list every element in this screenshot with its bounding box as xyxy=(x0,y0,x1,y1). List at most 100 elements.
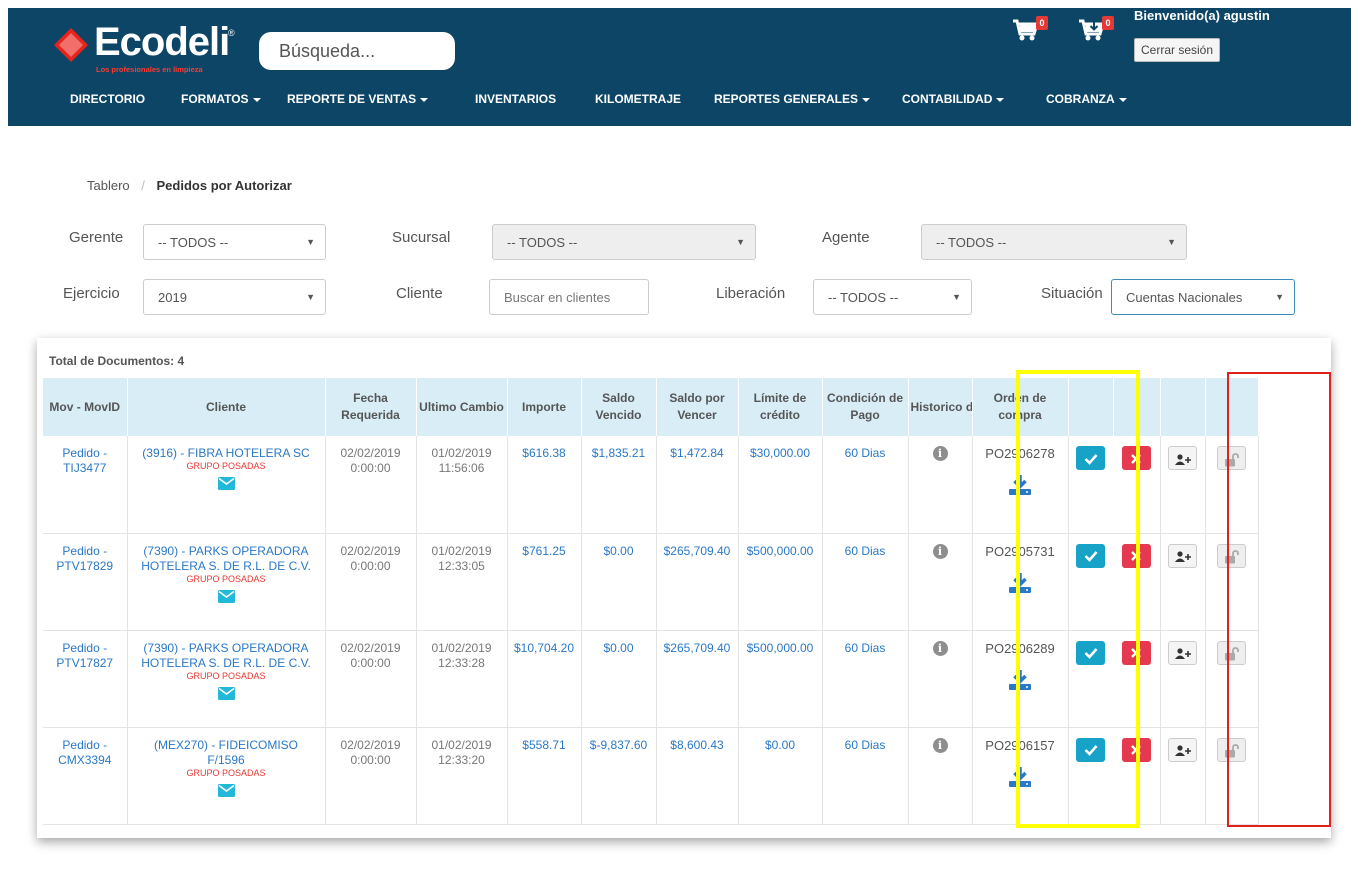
saldo-vencido-link[interactable]: $-9,837.60 xyxy=(590,738,647,752)
cart-badge: 0 xyxy=(1036,16,1048,30)
agente-select[interactable]: -- TODOS -- ▼ xyxy=(921,224,1187,260)
gerente-select[interactable]: -- TODOS -- ▼ xyxy=(143,224,326,260)
cell-importe: $616.38 xyxy=(507,436,582,534)
cell-saldo-por-vencer: $265,709.40 xyxy=(656,630,739,728)
mov-link[interactable]: Pedido - TIJ3477 xyxy=(62,446,107,475)
group-label: GRUPO POSADAS xyxy=(186,767,266,778)
fecha-date: 02/02/2019 xyxy=(340,543,401,558)
cell-fecha: 02/02/2019 0:00:00 xyxy=(325,630,417,728)
nav-cobranza[interactable]: COBRANZA xyxy=(1046,92,1127,106)
nav-directorio[interactable]: DIRECTORIO xyxy=(70,92,145,106)
importe-link[interactable]: $616.38 xyxy=(522,446,565,460)
saldo-vencido-link[interactable]: $0.00 xyxy=(603,641,633,655)
assign-user-button[interactable] xyxy=(1168,446,1197,470)
cell-cliente: (7390) - PARKS OPERADORA HOTELERA S. DE … xyxy=(127,533,326,631)
assign-user-button[interactable] xyxy=(1168,737,1197,762)
group-label: GRUPO POSADAS xyxy=(186,461,266,471)
limite-link[interactable]: $0.00 xyxy=(765,738,795,752)
mov-link[interactable]: Pedido - PTV17829 xyxy=(56,544,113,573)
saldo-por-vencer-link[interactable]: $265,709.40 xyxy=(664,641,731,655)
saldo-vencido-link[interactable]: $0.00 xyxy=(603,544,633,558)
breadcrumb-separator: / xyxy=(141,178,145,193)
breadcrumb-home[interactable]: Tablero xyxy=(87,178,130,193)
ejercicio-select[interactable]: 2019 ▼ xyxy=(143,279,326,315)
cart-download-button[interactable]: 0 xyxy=(1078,16,1118,46)
cell-saldo-vencido: $1,835.21 xyxy=(581,436,657,534)
fecha-time: 0:00:00 xyxy=(350,461,391,475)
nav-reporte-de-ventas[interactable]: REPORTE DE VENTAS xyxy=(287,92,429,106)
logout-button[interactable]: Cerrar sesión xyxy=(1134,38,1221,62)
nav-inventarios[interactable]: INVENTARIOS xyxy=(475,92,556,106)
assign-user-button[interactable] xyxy=(1168,640,1197,665)
limite-link[interactable]: $30,000.00 xyxy=(750,446,810,460)
envelope-icon[interactable] xyxy=(217,477,235,494)
importe-link[interactable]: $558.71 xyxy=(522,738,565,752)
envelope-icon[interactable] xyxy=(217,589,235,607)
nav-kilometraje[interactable]: KILOMETRAJE xyxy=(595,92,681,106)
limite-link[interactable]: $500,000.00 xyxy=(747,641,814,655)
cell-saldo-vencido: $0.00 xyxy=(581,630,657,728)
condicion-link[interactable]: 60 Dias xyxy=(845,641,886,655)
cliente-link[interactable]: (7390) - PARKS OPERADORA HOTELERA S. DE … xyxy=(140,544,313,574)
mov-link[interactable]: Pedido - PTV17827 xyxy=(56,641,113,670)
ecodeli-logo[interactable]: Ecodeli ® Los profesionales en limpieza xyxy=(54,18,244,74)
breadcrumb: Tablero / Pedidos por Autorizar xyxy=(71,168,1295,204)
ultimo-time: 12:33:28 xyxy=(438,655,485,670)
highlight-red-box xyxy=(1227,372,1331,827)
fecha-time: 0:00:00 xyxy=(350,558,391,573)
situacion-select[interactable]: Cuentas Nacionales ▼ xyxy=(1111,279,1295,315)
ejercicio-label: Ejercicio xyxy=(63,285,120,302)
cell-saldo-vencido: $-9,837.60 xyxy=(581,727,657,825)
importe-link[interactable]: $761.25 xyxy=(522,544,565,558)
cell-condicion: 60 Dias xyxy=(822,630,909,728)
cell-limite: $500,000.00 xyxy=(738,630,823,728)
info-circle-icon[interactable]: i xyxy=(932,737,948,753)
cell-assign xyxy=(1160,436,1206,534)
nav-formatos[interactable]: FORMATOS xyxy=(181,92,261,106)
gerente-value: -- TODOS -- xyxy=(158,235,229,250)
assign-user-button[interactable] xyxy=(1168,543,1197,568)
cliente-search-input[interactable]: Buscar en clientes xyxy=(489,279,649,315)
header-mov: Mov - MovID xyxy=(43,378,128,436)
header-cliente: Cliente xyxy=(127,378,326,436)
cell-importe: $761.25 xyxy=(507,533,582,631)
fecha-time: 0:00:00 xyxy=(350,655,391,670)
limite-link[interactable]: $500,000.00 xyxy=(747,544,814,558)
cell-assign xyxy=(1160,630,1206,728)
search-input[interactable] xyxy=(259,32,455,70)
condicion-link[interactable]: 60 Dias xyxy=(845,738,886,752)
condicion-link[interactable]: 60 Dias xyxy=(845,544,886,558)
saldo-vencido-link[interactable]: $1,835.21 xyxy=(592,446,645,460)
header-historico: Historico de Venta xyxy=(908,378,973,436)
caret-down-icon xyxy=(1118,97,1127,102)
cell-cliente: (MEX270) - FIDEICOMISO F/1596 GRUPO POSA… xyxy=(127,727,326,825)
cliente-link[interactable]: (7390) - PARKS OPERADORA HOTELERA S. DE … xyxy=(140,641,313,671)
cart-button[interactable]: 0 xyxy=(1012,16,1052,46)
info-circle-icon[interactable]: i xyxy=(932,640,948,656)
liberacion-select[interactable]: -- TODOS -- ▼ xyxy=(813,279,972,315)
saldo-por-vencer-link[interactable]: $1,472.84 xyxy=(670,446,723,460)
envelope-icon[interactable] xyxy=(217,686,235,704)
cell-fecha: 02/02/2019 0:00:00 xyxy=(325,436,417,534)
cliente-link[interactable]: (MEX270) - FIDEICOMISO F/1596 xyxy=(140,738,313,768)
cell-assign xyxy=(1160,727,1206,825)
cliente-link[interactable]: (3916) - FIBRA HOTELERA SC xyxy=(140,446,313,461)
cell-mov: Pedido - PTV17829 xyxy=(43,533,128,631)
importe-link[interactable]: $10,704.20 xyxy=(514,641,574,655)
info-circle-icon[interactable]: i xyxy=(932,446,948,461)
header-ultimo: Ultimo Cambio xyxy=(416,378,508,436)
envelope-icon[interactable] xyxy=(217,783,235,801)
chevron-down-icon: ▼ xyxy=(1275,292,1284,302)
saldo-por-vencer-link[interactable]: $265,709.40 xyxy=(664,544,731,558)
condicion-link[interactable]: 60 Dias xyxy=(845,446,886,460)
info-circle-icon[interactable]: i xyxy=(932,543,948,559)
sucursal-select[interactable]: -- TODOS -- ▼ xyxy=(492,224,756,260)
nav-contabilidad[interactable]: CONTABILIDAD xyxy=(902,92,1005,106)
nav-reportes-generales[interactable]: REPORTES GENERALES xyxy=(714,92,871,106)
cell-ultimo: 01/02/2019 11:56:06 xyxy=(416,436,508,534)
saldo-por-vencer-link[interactable]: $8,600.43 xyxy=(670,738,723,752)
cell-mov: Pedido - PTV17827 xyxy=(43,630,128,728)
caret-down-icon xyxy=(862,97,871,102)
cell-saldo-por-vencer: $265,709.40 xyxy=(656,533,739,631)
mov-link[interactable]: Pedido - CMX3394 xyxy=(58,738,111,767)
